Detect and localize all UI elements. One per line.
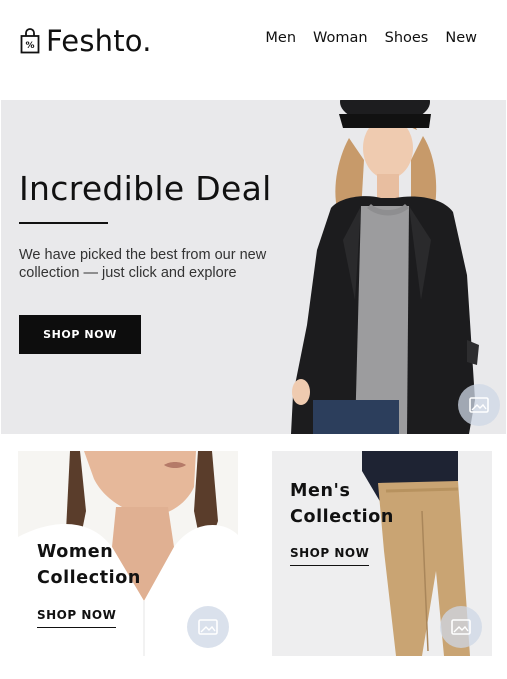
women-card-title-line1: Women — [37, 542, 114, 562]
women-card-title: Women Collection — [37, 539, 141, 591]
hero-title: Incredible Deals — [19, 169, 290, 208]
men-collection-card[interactable]: Men's Collection SHOP NOW — [272, 451, 492, 656]
site-header: % Feshto. Men Woman Shoes New — [0, 0, 507, 82]
men-card-title-line1: Men's — [290, 481, 351, 501]
nav-item-shoes[interactable]: Shoes — [385, 30, 429, 46]
brand-logo[interactable]: % Feshto. — [20, 24, 152, 58]
women-shop-now-link[interactable]: SHOP NOW — [37, 608, 117, 628]
shopping-bag-percent-icon: % — [20, 28, 40, 54]
hero-shop-now-button[interactable]: SHOP NOW — [19, 315, 141, 354]
nav-item-woman[interactable]: Woman — [313, 30, 368, 46]
nav-item-men[interactable]: Men — [265, 30, 296, 46]
hero-divider — [19, 222, 108, 224]
men-image-badge[interactable] — [440, 606, 482, 648]
nav-item-new[interactable]: New — [445, 30, 477, 46]
men-card-title-line2: Collection — [290, 507, 394, 527]
brand-name: Feshto. — [46, 24, 152, 58]
women-collection-card[interactable]: Women Collection SHOP NOW — [18, 451, 238, 656]
image-icon — [198, 619, 218, 635]
hero-model-image — [271, 100, 506, 434]
men-shop-now-link[interactable]: SHOP NOW — [290, 546, 370, 566]
svg-text:%: % — [25, 41, 34, 51]
women-card-title-line2: Collection — [37, 568, 141, 588]
hero-banner: Incredible Deals We have picked the best… — [1, 100, 506, 434]
image-icon — [469, 397, 489, 413]
women-image-badge[interactable] — [187, 606, 229, 648]
hero-image-badge[interactable] — [458, 384, 500, 426]
main-nav: Men Woman Shoes New — [265, 30, 477, 46]
image-icon — [451, 619, 471, 635]
men-card-title: Men's Collection — [290, 478, 394, 530]
hero-subtitle: We have picked the best from our new col… — [19, 247, 267, 281]
